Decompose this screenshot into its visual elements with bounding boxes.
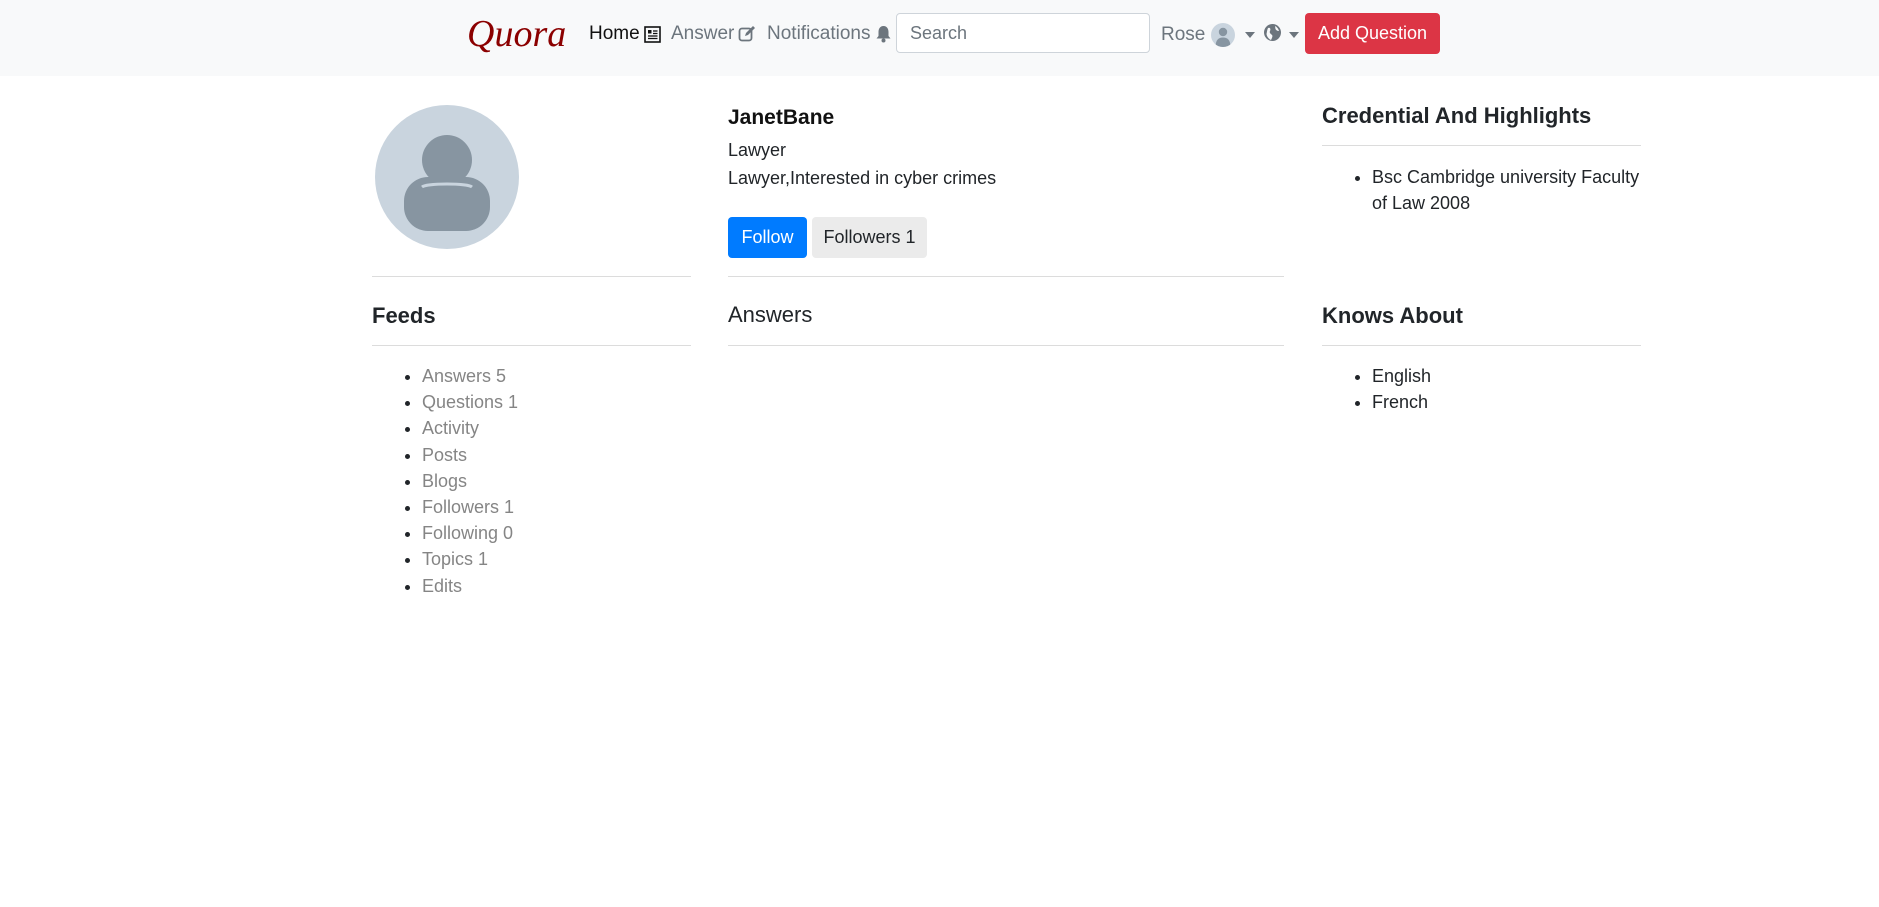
credentials-list: Bsc Cambridge university Faculty of Law … [1322, 164, 1641, 216]
nav-answer[interactable]: Answer [671, 22, 756, 46]
profile-avatar [375, 105, 519, 249]
divider [1322, 345, 1641, 346]
avatar [1211, 23, 1236, 47]
globe-icon [1263, 23, 1282, 47]
add-question-button[interactable]: Add Question [1305, 13, 1440, 54]
list-item: Edits [422, 573, 518, 599]
feed-link-followers[interactable]: Followers 1 [422, 497, 514, 517]
nav-home-label: Home [589, 23, 640, 44]
answers-heading: Answers [728, 302, 813, 327]
feed-link-questions[interactable]: Questions 1 [422, 392, 518, 412]
feed-link-answers[interactable]: Answers 5 [422, 366, 506, 386]
bell-icon [875, 25, 892, 43]
list-item: Blogs [422, 468, 518, 494]
feed-link-activity[interactable]: Activity [422, 418, 479, 438]
list-item: Answers 5 [422, 363, 518, 389]
credential-item: Bsc Cambridge university Faculty of Law … [1372, 164, 1641, 216]
nav-home[interactable]: Home [589, 22, 661, 46]
brand-logo[interactable]: Quora [467, 10, 566, 58]
divider [1322, 145, 1641, 146]
feed-link-posts[interactable]: Posts [422, 445, 467, 465]
feed-link-following[interactable]: Following 0 [422, 523, 513, 543]
feed-link-edits[interactable]: Edits [422, 576, 462, 596]
user-name: Rose [1161, 24, 1206, 45]
knows-about-list: English French [1322, 363, 1431, 415]
feed-link-blogs[interactable]: Blogs [422, 471, 467, 491]
feeds-heading: Feeds [372, 303, 436, 328]
list-item: Posts [422, 442, 518, 468]
edit-icon [738, 25, 756, 43]
list-item: Following 0 [422, 520, 518, 546]
knows-about-heading: Knows About [1322, 303, 1463, 328]
nav-notifications-label: Notifications [767, 23, 871, 44]
search-input[interactable] [896, 13, 1150, 53]
profile-title: Lawyer [728, 140, 787, 160]
chevron-down-icon [1245, 32, 1256, 38]
followers-button[interactable]: Followers 1 [812, 217, 927, 258]
divider [372, 276, 691, 277]
user-menu-dropdown[interactable]: Rose [1161, 20, 1256, 50]
top-navbar: Quora Home Answer Notifications Rose Add… [0, 0, 1879, 76]
credentials-heading: Credential And Highlights [1322, 103, 1592, 128]
newspaper-icon [643, 25, 661, 43]
divider [728, 345, 1284, 346]
list-item: Questions 1 [422, 389, 518, 415]
profile-name: JanetBane [728, 106, 835, 129]
language-menu-dropdown[interactable] [1263, 22, 1299, 48]
list-item: French [1372, 389, 1431, 415]
divider [372, 345, 691, 346]
profile-bio: Lawyer,Interested in cyber crimes [728, 168, 997, 188]
feed-link-topics[interactable]: Topics 1 [422, 549, 488, 569]
divider [728, 276, 1284, 277]
list-item: Followers 1 [422, 494, 518, 520]
list-item: English [1372, 363, 1431, 389]
nav-notifications[interactable]: Notifications [767, 22, 892, 46]
feeds-list: Answers 5 Questions 1 Activity Posts Blo… [350, 363, 518, 599]
list-item: Activity [422, 415, 518, 441]
chevron-down-icon [1289, 32, 1299, 38]
follow-button[interactable]: Follow [728, 217, 807, 258]
list-item: Topics 1 [422, 546, 518, 572]
nav-answer-label: Answer [671, 23, 735, 44]
